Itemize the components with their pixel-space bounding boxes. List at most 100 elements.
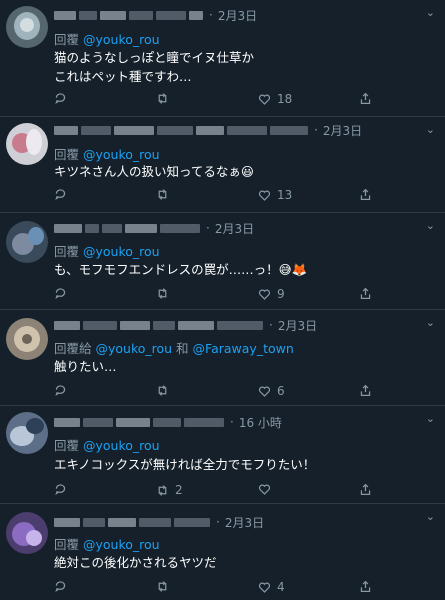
retweet-button[interactable] [156,92,175,105]
blurred-username[interactable]: · 2月3日 [54,514,264,531]
tweet-text-line: これはペット種ですわ… [54,69,192,84]
reply-icon [55,288,66,300]
share-button[interactable] [359,384,372,397]
reply-prefix: 回覆 [54,244,83,259]
retweet-button[interactable]: 2 [156,483,183,497]
reply-button[interactable] [54,92,67,105]
reply-button[interactable] [54,188,67,201]
share-icon [360,92,371,104]
tweet-text-line: キツネさん人の扱い知ってるなぁ😃 [54,164,254,179]
mention-link[interactable]: @youko_rou [83,244,160,259]
chevron-down-icon[interactable]: ⌄ [426,510,435,523]
tweet-text: エキノコックスが無ければ全力でモフりたい！ [54,455,315,474]
tweet[interactable]: · 2月3日 ⌄ 回覆 @youko_rou キツネさん人の扱い知ってるなぁ😃 … [0,117,445,213]
chevron-down-icon[interactable]: ⌄ [426,219,435,232]
retweet-button[interactable] [156,384,175,397]
retweet-icon [158,288,167,299]
share-button[interactable] [359,580,372,593]
retweet-icon [158,93,167,104]
share-button[interactable] [359,92,372,105]
mention-link[interactable]: @youko_rou [95,341,172,356]
tweet-text: キツネさん人の扱い知ってるなぁ😃 [54,162,254,181]
timestamp[interactable]: 2月3日 [278,317,317,334]
share-icon [360,384,371,396]
share-icon [360,580,371,592]
avatar[interactable] [6,6,48,48]
tweet-actions: 4 [54,580,394,596]
reply-prefix: 回覆 [54,32,83,47]
reply-button[interactable] [54,287,67,300]
tweet[interactable]: · 16 小時 ⌄ 回覆 @youko_rou エキノコックスが無ければ全力でモ… [0,406,445,504]
retweet-button[interactable] [156,580,175,593]
reply-icon [55,385,66,397]
tweet[interactable]: · 2月3日 ⌄ 回覆 @youko_rou も、モフモフエンドレスの罠が……っ… [0,213,445,310]
reply-prefix: 回覆 [54,537,83,552]
tweet-text: 触りたい… [54,357,117,376]
tweet-text-line: も、モフモフエンドレスの罠が……っ！😅🦊 [54,262,308,277]
reply-prefix: 回覆 [54,147,83,162]
tweet-text: 猫のようなしっぽと瞳でイヌ仕草か これはペット種ですわ… [54,48,254,86]
mention-link[interactable]: @youko_rou [83,537,160,552]
retweet-icon [158,484,167,496]
blurred-username[interactable]: · 2月3日 [54,220,254,237]
reply-icon [55,581,66,593]
share-icon [360,483,371,495]
share-button[interactable] [359,287,372,300]
tweet[interactable]: · 2月3日 ⌄ 回覆 @youko_rou 猫のようなしっぽと瞳でイヌ仕草か … [0,0,445,117]
timestamp[interactable]: 2月3日 [323,122,362,139]
blurred-username[interactable]: · 2月3日 [54,317,317,334]
tweet[interactable]: · 2月3日 ⌄ 回覆給 @youko_rou 和 @Faraway_town … [0,310,445,406]
reply-button[interactable] [54,384,67,397]
tweet-text: も、モフモフエンドレスの罠が……っ！😅🦊 [54,260,307,279]
reply-icon [55,93,66,105]
timestamp[interactable]: 2月3日 [215,220,254,237]
like-count: 6 [277,384,285,398]
avatar[interactable] [6,123,48,165]
blurred-username[interactable]: · 2月3日 [54,7,257,24]
avatar[interactable] [6,512,48,554]
like-icon [258,484,271,495]
share-button[interactable] [359,483,372,496]
separator-dot: · [216,515,220,529]
tweet-text-line: 絶対この後化かされるヤツだ [54,555,217,570]
reply-context: 回覆 @youko_rou [54,144,160,163]
reply-button[interactable] [54,483,67,496]
like-button[interactable]: 13 [258,188,292,202]
chevron-down-icon[interactable]: ⌄ [426,316,435,329]
tweet[interactable]: · 2月3日 ⌄ 回覆 @youko_rou 絶対この後化かされるヤツだ 4 [0,504,445,600]
share-icon [360,287,371,299]
timestamp[interactable]: 2月3日 [225,514,264,531]
reply-joiner: 和 [172,341,193,356]
chevron-down-icon[interactable]: ⌄ [426,123,435,136]
timestamp[interactable]: 16 小時 [239,414,282,431]
retweet-button[interactable] [156,188,175,201]
blurred-username[interactable]: · 16 小時 [54,414,282,431]
reply-icon [55,189,66,201]
chevron-down-icon[interactable]: ⌄ [426,412,435,425]
retweet-button[interactable] [156,287,175,300]
timestamp[interactable]: 2月3日 [218,7,257,24]
like-icon [258,386,271,397]
tweet-actions: 13 [54,188,394,204]
mention-link[interactable]: @youko_rou [83,32,160,47]
tweet-actions: 2 [54,483,394,499]
mention-link[interactable]: @youko_rou [83,438,160,453]
like-button[interactable]: 6 [258,384,285,398]
like-button[interactable]: 4 [258,580,285,594]
avatar[interactable] [6,221,48,263]
reply-button[interactable] [54,580,67,593]
like-count: 18 [277,92,293,106]
like-button[interactable]: 9 [258,287,285,301]
mention-link[interactable]: @youko_rou [83,147,160,162]
chevron-down-icon[interactable]: ⌄ [426,6,435,19]
mention-link[interactable]: @Faraway_town [193,341,294,356]
blurred-username[interactable]: · 2月3日 [54,122,362,139]
like-button[interactable] [258,483,277,496]
share-button[interactable] [359,188,372,201]
avatar[interactable] [6,318,48,360]
like-button[interactable]: 18 [258,92,292,106]
reply-icon [55,484,66,496]
avatar[interactable] [6,412,48,454]
reply-context: 回覆 @youko_rou [54,29,160,48]
tweet-text-line: エキノコックスが無ければ全力でモフりたい！ [54,457,316,472]
